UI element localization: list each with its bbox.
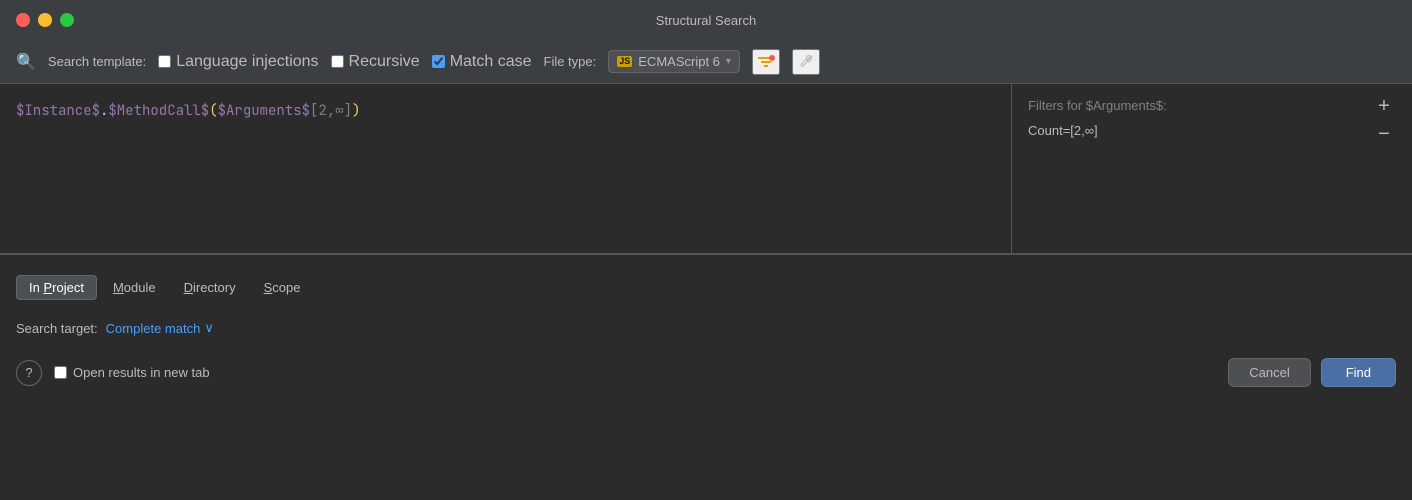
code-template-line: $Instance$ . $MethodCall$ ( $Arguments$ … [16, 100, 360, 122]
scope-tabs: In Project Module Directory Scope [0, 255, 1412, 310]
recursive-checkbox[interactable] [331, 55, 344, 68]
help-button[interactable]: ? [16, 360, 42, 386]
tab-directory-label: Directory [184, 280, 236, 295]
toolbar: 🔍 Search template: Language injections R… [0, 40, 1412, 84]
tab-scope-label: Scope [264, 280, 301, 295]
filters-title: Filters for $Arguments$: [1028, 98, 1396, 113]
file-type-label: File type: [544, 54, 597, 69]
js-icon: JS [617, 56, 632, 67]
search-dropdown-icon[interactable]: 🔍 [16, 52, 36, 72]
bottom-bar: ? Open results in new tab Cancel Find [0, 346, 1412, 399]
recursive-label: Recursive [349, 53, 420, 71]
tab-in-project[interactable]: In Project [16, 275, 97, 300]
tab-in-project-label: In Project [29, 280, 84, 295]
close-button[interactable] [16, 13, 30, 27]
open-results-tab-group[interactable]: Open results in new tab [54, 365, 210, 380]
cancel-button[interactable]: Cancel [1228, 358, 1310, 387]
search-template-area[interactable]: $Instance$ . $MethodCall$ ( $Arguments$ … [0, 84, 1012, 253]
search-target-value-text: Complete match [106, 321, 201, 336]
remove-filter-button[interactable]: − [1372, 122, 1396, 146]
window-controls [16, 13, 74, 27]
language-injections-label: Language injections [176, 53, 318, 71]
file-type-chevron-icon: ▾ [726, 56, 731, 67]
wrench-icon [798, 54, 814, 70]
filter-icon [757, 54, 775, 70]
search-template-label: Search template: [48, 54, 146, 69]
search-target-row: Search target: Complete match ∨ [0, 310, 1412, 346]
action-buttons: Cancel Find [1228, 358, 1396, 387]
file-type-value: ECMAScript 6 [638, 54, 720, 69]
minimize-button[interactable] [38, 13, 52, 27]
add-filter-button[interactable]: + [1372, 94, 1396, 118]
search-target-chevron-icon: ∨ [204, 320, 214, 336]
count-annotation: [2,∞] [310, 100, 352, 122]
recursive-checkbox-group[interactable]: Recursive [331, 53, 420, 71]
instance-var: $Instance$ [16, 100, 100, 122]
tab-module-label: Module [113, 280, 156, 295]
main-content: $Instance$ . $MethodCall$ ( $Arguments$ … [0, 84, 1412, 254]
window-title: Structural Search [656, 13, 756, 28]
filter-count-value: Count=[2,∞] [1028, 123, 1396, 138]
filter-icon-button[interactable] [752, 49, 780, 75]
match-case-label: Match case [450, 53, 532, 71]
match-case-checkbox-group[interactable]: Match case [432, 53, 532, 71]
maximize-button[interactable] [60, 13, 74, 27]
tab-directory[interactable]: Directory [172, 276, 248, 299]
tab-scope[interactable]: Scope [252, 276, 313, 299]
method-var: $MethodCall$ [108, 100, 209, 122]
arguments-var: $Arguments$ [218, 100, 310, 122]
language-injections-checkbox[interactable] [158, 55, 171, 68]
close-paren: ) [352, 100, 360, 122]
match-case-checkbox[interactable] [432, 55, 445, 68]
open-paren: ( [209, 100, 217, 122]
file-type-dropdown[interactable]: JS ECMAScript 6 ▾ [608, 50, 740, 73]
title-bar: Structural Search [0, 0, 1412, 40]
filters-panel: Filters for $Arguments$: Count=[2,∞] + − [1012, 84, 1412, 253]
settings-icon-button[interactable] [792, 49, 820, 75]
search-target-label: Search target: [16, 321, 98, 336]
find-button[interactable]: Find [1321, 358, 1396, 387]
dot1: . [100, 100, 108, 122]
language-injections-checkbox-group[interactable]: Language injections [158, 53, 318, 71]
open-results-label: Open results in new tab [73, 365, 210, 380]
search-target-dropdown[interactable]: Complete match ∨ [106, 320, 214, 336]
open-results-checkbox[interactable] [54, 366, 67, 379]
tab-module[interactable]: Module [101, 276, 168, 299]
